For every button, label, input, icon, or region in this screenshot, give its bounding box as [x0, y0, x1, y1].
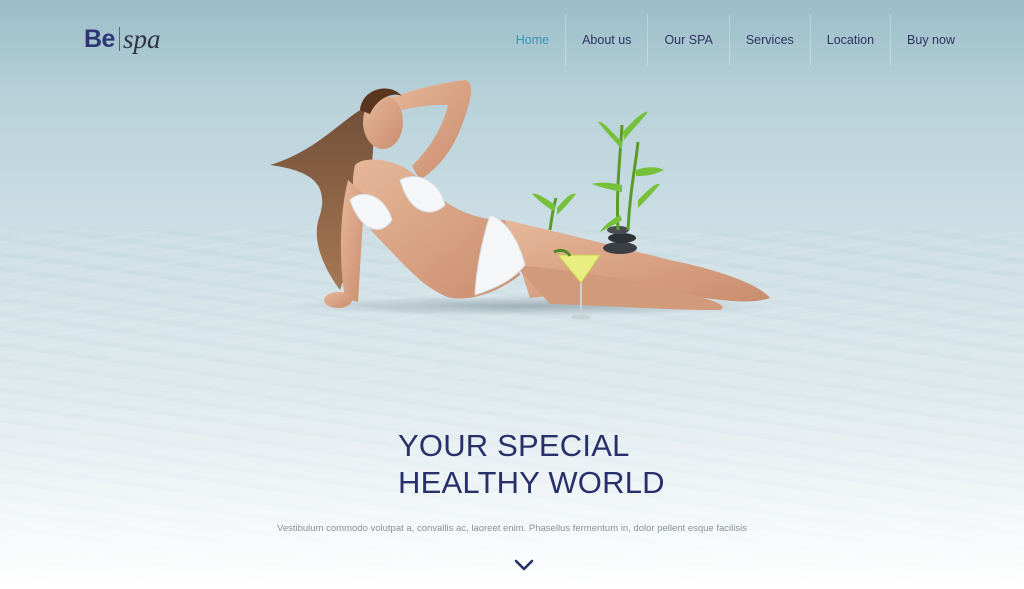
- logo-be-text: Be: [84, 24, 115, 53]
- nav-item-location[interactable]: Location: [809, 14, 890, 66]
- scroll-down-button[interactable]: [509, 554, 539, 576]
- site-logo[interactable]: Be spa: [84, 22, 160, 56]
- hero-illustration: [270, 80, 780, 320]
- headline-line-2: HEALTHY WORLD: [398, 465, 665, 500]
- logo-divider: [118, 27, 120, 51]
- logo-spa-text: spa: [122, 23, 161, 54]
- hero-image: [250, 70, 790, 330]
- nav-item-about-us[interactable]: About us: [565, 14, 647, 66]
- nav-item-home[interactable]: Home: [500, 14, 565, 66]
- hero-subtext: Vestibulum commodo volutpat a, convallis…: [277, 523, 747, 534]
- main-nav: Home About us Our SPA Services Location …: [500, 14, 971, 66]
- hero-headline: YOUR SPECIAL HEALTHY WORLD: [398, 427, 818, 501]
- headline-line-1: YOUR SPECIAL: [398, 428, 630, 463]
- nav-item-services[interactable]: Services: [728, 14, 810, 66]
- nav-item-our-spa[interactable]: Our SPA: [647, 14, 728, 66]
- nav-item-buy-now[interactable]: Buy now: [890, 14, 971, 66]
- site-header: Be spa Home About us Our SPA Services Lo…: [0, 0, 1024, 80]
- chevron-down-icon: [514, 559, 534, 571]
